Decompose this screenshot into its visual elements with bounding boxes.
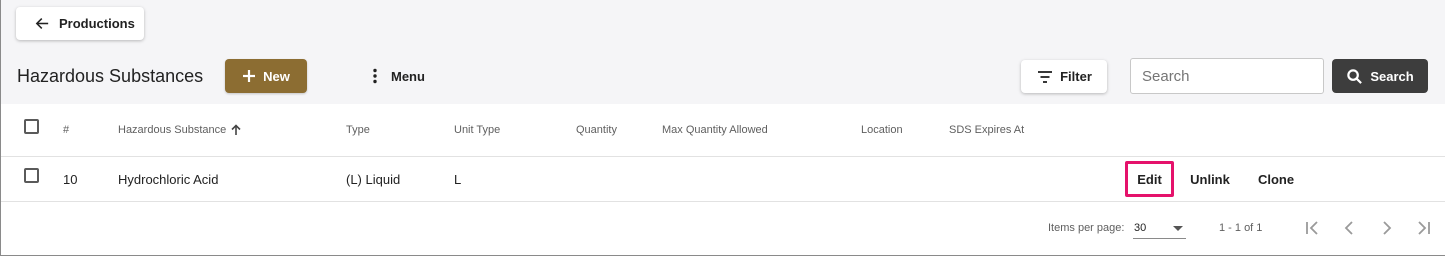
filter-lines-icon [1038,70,1053,83]
magnifier-icon [1347,68,1363,84]
filter-button[interactable]: Filter [1021,60,1107,93]
column-header-type[interactable]: Type [346,124,370,136]
filter-button-label: Filter [1060,69,1092,84]
back-to-productions-button[interactable]: Productions [16,7,144,40]
substances-table: # Hazardous Substance Type Unit Type Qua… [1,104,1445,255]
arrow-up-icon [231,124,241,135]
page-size-select[interactable]: 30 [1133,217,1186,239]
chevron-right-icon [1383,221,1392,235]
cell-substance: Hydrochloric Acid [118,172,219,187]
first-page-button[interactable] [1300,216,1324,240]
chevron-down-icon [1173,226,1183,231]
items-per-page-label: Items per page: [1048,222,1125,234]
column-header-quantity[interactable]: Quantity [576,124,617,136]
more-vertical-icon [373,68,377,84]
range-label: 1 - 1 of 1 [1219,222,1263,234]
first-page-icon [1306,221,1318,235]
last-page-icon [1418,221,1430,235]
column-header-unit-type[interactable]: Unit Type [454,124,500,136]
search-input[interactable] [1130,58,1324,94]
cell-type: (L) Liquid [346,172,401,187]
next-page-button[interactable] [1375,216,1399,240]
column-header-max-quantity[interactable]: Max Quantity Allowed [662,124,768,136]
edit-button[interactable]: Edit [1125,161,1174,197]
row-checkbox[interactable] [24,168,39,183]
select-all-checkbox[interactable] [24,119,39,134]
column-header-sds-expires[interactable]: SDS Expires At [949,124,1024,136]
new-button-label: New [263,68,290,84]
search-button[interactable]: Search [1332,59,1428,93]
column-header-substance[interactable]: Hazardous Substance [118,124,242,136]
cell-number: 10 [63,172,78,187]
search-button-label: Search [1370,68,1414,84]
column-header-substance-label: Hazardous Substance [118,124,227,136]
column-header-number[interactable]: # [63,124,69,136]
plus-icon [243,70,256,82]
last-page-button[interactable] [1412,216,1436,240]
column-header-location[interactable]: Location [861,124,903,136]
page-title: Hazardous Substances [17,66,204,86]
header-divider [1,156,1445,157]
row-divider [1,201,1445,202]
clone-button[interactable]: Clone [1251,161,1301,197]
clone-button-label: Clone [1257,171,1295,187]
cell-unit-type: L [454,172,462,187]
back-button-label: Productions [59,16,135,31]
page-size-value: 30 [1134,222,1147,234]
new-button[interactable]: New [225,59,307,93]
menu-button[interactable]: Menu [363,62,429,90]
edit-button-label: Edit [1137,171,1162,187]
menu-button-label: Menu [391,68,425,84]
unlink-button-label: Unlink [1190,171,1230,187]
previous-page-button[interactable] [1337,216,1361,240]
unlink-button[interactable]: Unlink [1184,161,1236,197]
chevron-left-icon [1344,221,1353,235]
arrow-left-icon [35,17,49,30]
